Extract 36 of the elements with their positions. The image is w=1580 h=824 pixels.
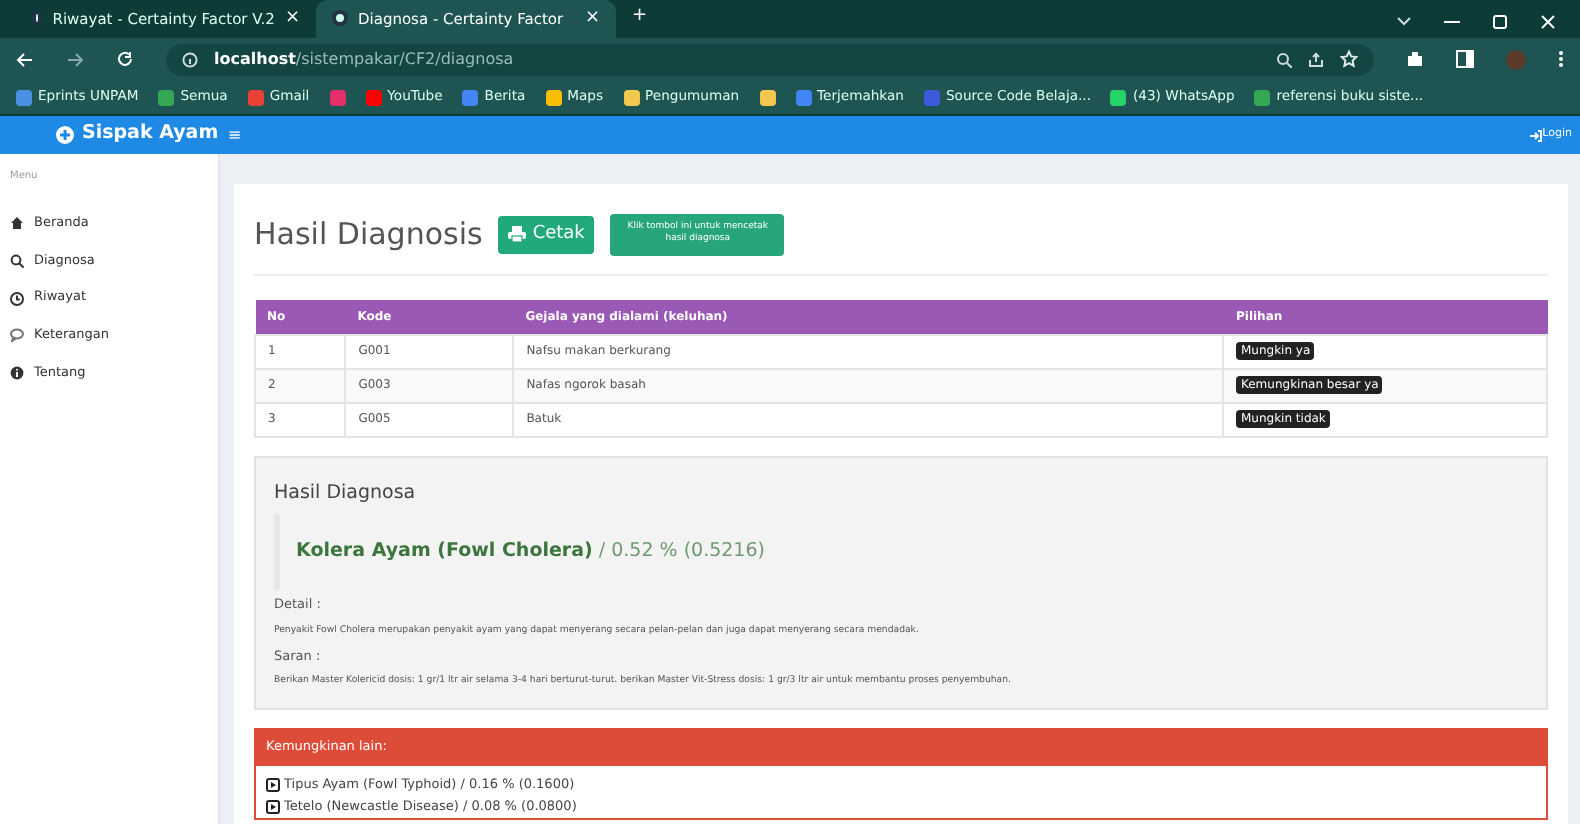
page-title: Hasil Diagnosis <box>254 214 483 256</box>
back-icon[interactable] <box>16 51 34 67</box>
clock-icon <box>10 291 24 306</box>
url-text: localhost/sistempakar/CF2/diagnosa <box>214 47 514 71</box>
info-icon <box>10 366 24 381</box>
more-icon[interactable] <box>1558 50 1564 68</box>
bookmark-icon[interactable] <box>759 89 776 105</box>
menu-toggle-button[interactable]: ≡ <box>228 123 242 147</box>
home-icon <box>10 216 24 231</box>
disease-name: Kolera Ayam (Fowl Cholera) <box>296 539 593 562</box>
search-icon <box>10 254 24 269</box>
close-icon[interactable] <box>1540 14 1556 30</box>
forward-icon[interactable] <box>66 51 84 67</box>
new-tab-button[interactable]: + <box>632 3 648 30</box>
share-icon[interactable] <box>1308 51 1324 67</box>
printer-icon <box>508 226 527 243</box>
address-bar[interactable]: localhost/sistempakar/CF2/diagnosa <box>166 43 1374 75</box>
sidebar-icon[interactable] <box>1456 50 1474 68</box>
minimize-icon[interactable] <box>1444 16 1460 28</box>
restore-icon[interactable] <box>1492 14 1508 30</box>
reload-icon[interactable] <box>116 50 134 68</box>
result-heading: Hasil Diagnosa <box>274 479 418 507</box>
result-score: / 0.52 % (0.5216) <box>596 539 765 562</box>
plus-circle-icon <box>56 126 74 144</box>
play-square-icon <box>266 800 280 815</box>
brand-name[interactable]: Sispak Ayam <box>82 120 219 150</box>
zoom-icon[interactable] <box>1276 51 1292 67</box>
extensions-icon[interactable] <box>1406 50 1424 68</box>
play-square-icon <box>266 778 280 793</box>
close-tab-button[interactable]: × <box>284 5 300 32</box>
login-icon <box>1530 129 1543 141</box>
chevron-down-icon[interactable] <box>1396 16 1412 28</box>
star-icon[interactable] <box>1340 50 1358 68</box>
close-tab-button[interactable]: × <box>584 5 600 32</box>
info-icon <box>182 51 198 67</box>
chat-icon <box>10 328 24 343</box>
